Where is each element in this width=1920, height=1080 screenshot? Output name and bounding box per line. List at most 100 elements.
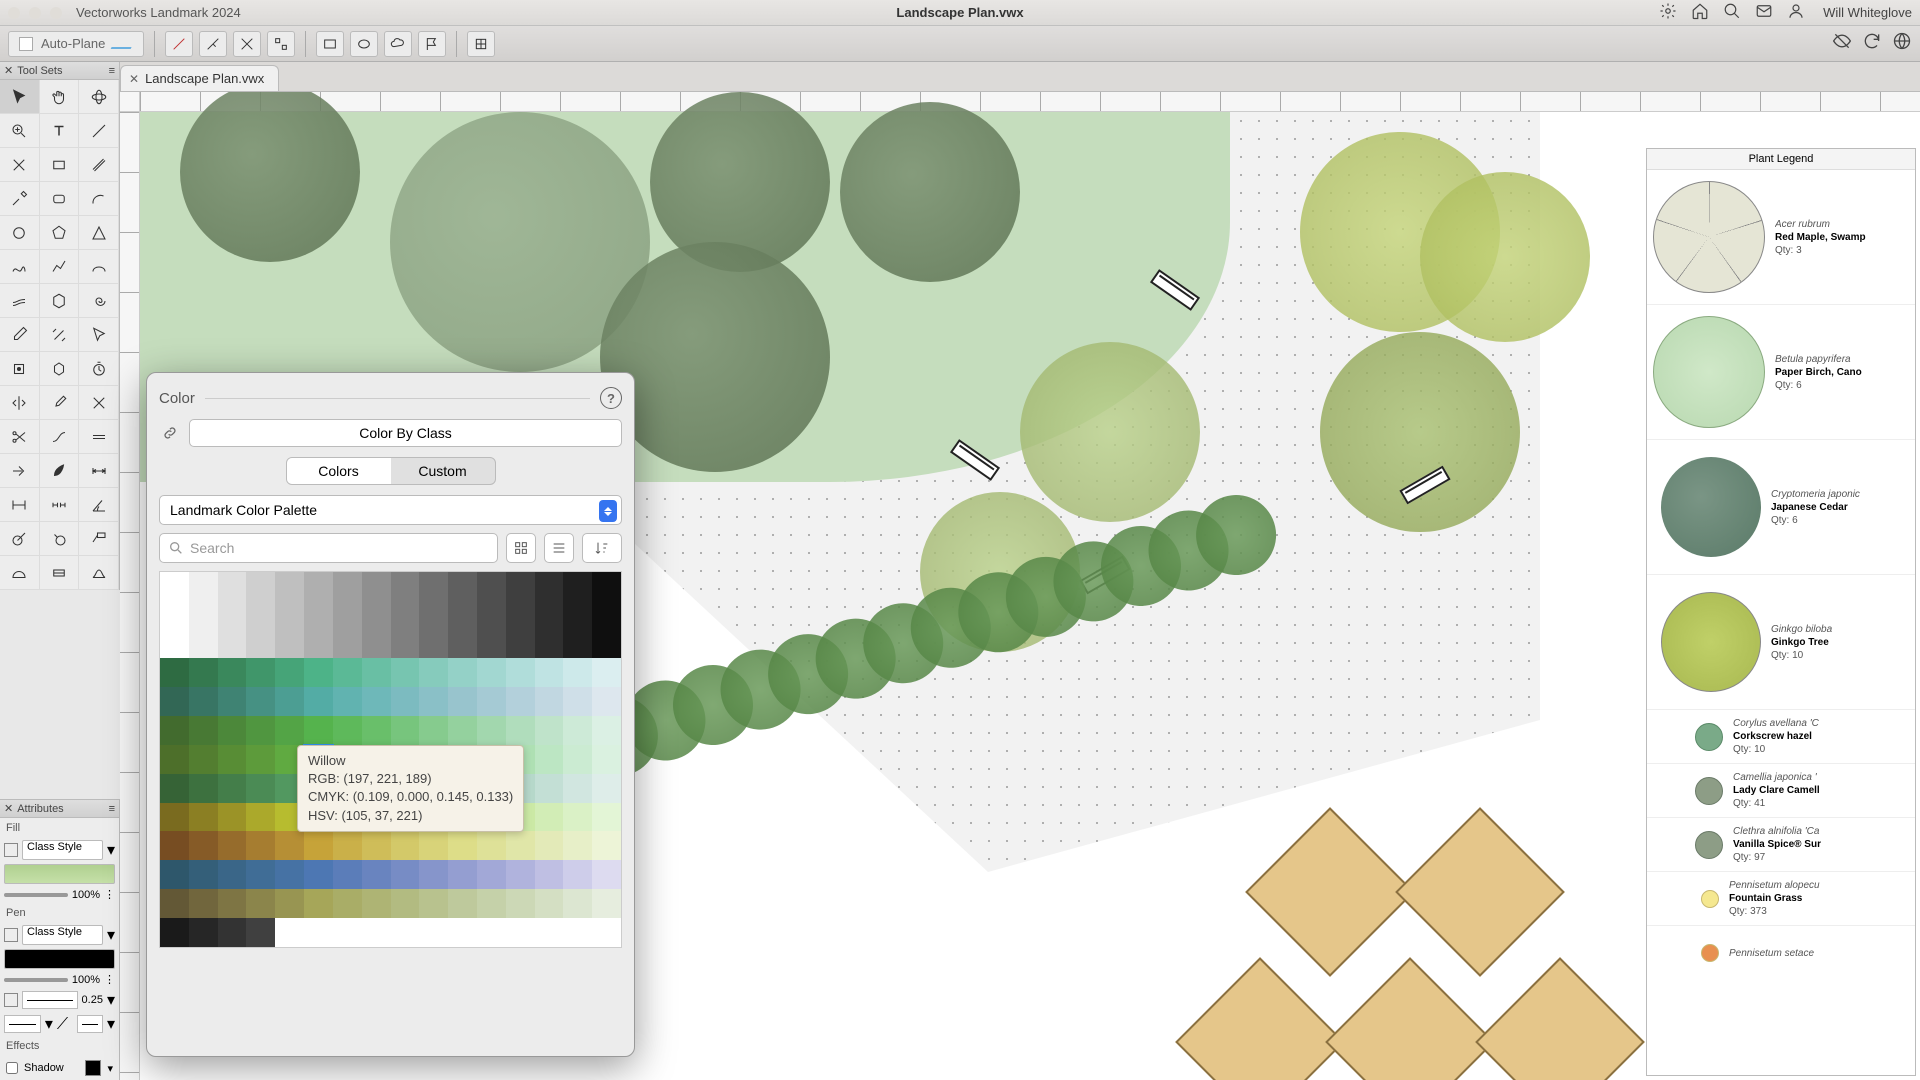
color-swatch[interactable] xyxy=(391,716,420,745)
color-swatch[interactable] xyxy=(218,601,247,630)
color-swatch[interactable] xyxy=(563,889,592,918)
color-swatch[interactable] xyxy=(535,831,564,860)
color-swatch[interactable] xyxy=(563,630,592,659)
grade-tool[interactable] xyxy=(40,556,80,590)
color-swatch[interactable] xyxy=(592,687,621,716)
color-by-class-button[interactable]: Color By Class xyxy=(189,419,622,447)
color-swatch[interactable] xyxy=(506,601,535,630)
diameter-dim-tool[interactable] xyxy=(40,522,80,556)
color-swatch[interactable] xyxy=(189,658,218,687)
color-swatch[interactable] xyxy=(246,774,275,803)
color-swatch[interactable] xyxy=(218,860,247,889)
color-swatch[interactable] xyxy=(535,716,564,745)
color-swatch[interactable] xyxy=(362,831,391,860)
vertical-ruler[interactable] xyxy=(120,112,140,1080)
palette-selector[interactable]: Landmark Color Palette xyxy=(159,495,622,525)
site-tool[interactable] xyxy=(79,556,119,590)
color-swatch[interactable] xyxy=(333,687,362,716)
render-mode[interactable] xyxy=(467,31,495,57)
color-swatch[interactable] xyxy=(246,658,275,687)
color-swatch[interactable] xyxy=(304,860,333,889)
color-swatch[interactable] xyxy=(333,630,362,659)
color-swatch[interactable] xyxy=(506,831,535,860)
color-swatch[interactable] xyxy=(535,889,564,918)
close-tab-icon[interactable]: ✕ xyxy=(129,72,139,86)
color-swatch[interactable] xyxy=(160,658,189,687)
color-swatch[interactable] xyxy=(160,831,189,860)
color-swatch[interactable] xyxy=(246,745,275,774)
color-swatch[interactable] xyxy=(477,601,506,630)
color-swatch[interactable] xyxy=(160,687,189,716)
color-swatch[interactable] xyxy=(333,889,362,918)
color-swatch[interactable] xyxy=(448,687,477,716)
polygon-tool[interactable] xyxy=(40,216,80,250)
color-swatch[interactable] xyxy=(189,860,218,889)
color-swatch[interactable] xyxy=(506,860,535,889)
color-swatch[interactable] xyxy=(304,658,333,687)
color-swatch[interactable] xyxy=(535,774,564,803)
refresh-icon[interactable] xyxy=(1862,31,1882,56)
color-swatch[interactable] xyxy=(218,889,247,918)
opacity-slider[interactable] xyxy=(4,893,68,897)
color-swatch[interactable] xyxy=(304,687,333,716)
color-swatch[interactable] xyxy=(189,831,218,860)
color-swatch[interactable] xyxy=(477,630,506,659)
color-swatch[interactable] xyxy=(189,630,218,659)
color-swatch[interactable] xyxy=(391,687,420,716)
spiral-tool[interactable] xyxy=(79,284,119,318)
color-swatch[interactable] xyxy=(592,803,621,832)
pen-opacity-slider[interactable] xyxy=(4,978,68,982)
protractor-tool[interactable] xyxy=(0,556,40,590)
color-swatch[interactable] xyxy=(246,572,275,601)
color-swatch[interactable] xyxy=(592,745,621,774)
color-swatch[interactable] xyxy=(275,889,304,918)
color-swatch[interactable] xyxy=(362,658,391,687)
globe-icon[interactable] xyxy=(1892,31,1912,56)
color-swatch[interactable] xyxy=(506,716,535,745)
color-swatch[interactable] xyxy=(189,716,218,745)
color-swatch[interactable] xyxy=(477,860,506,889)
color-swatch[interactable] xyxy=(592,572,621,601)
color-swatch[interactable] xyxy=(218,658,247,687)
dropdown-icon[interactable]: ▾ xyxy=(107,840,115,860)
color-swatch[interactable] xyxy=(275,687,304,716)
color-swatch[interactable] xyxy=(160,716,189,745)
custom-tab[interactable]: Custom xyxy=(391,458,495,484)
color-swatch[interactable] xyxy=(592,716,621,745)
color-swatch[interactable] xyxy=(362,860,391,889)
color-swatch[interactable] xyxy=(304,716,333,745)
color-swatch[interactable] xyxy=(506,687,535,716)
hatch-tool[interactable] xyxy=(0,284,40,318)
color-swatch[interactable] xyxy=(189,889,218,918)
leaf-fill-tool[interactable] xyxy=(40,454,80,488)
opacity-menu-icon[interactable]: ⋮ xyxy=(104,888,115,901)
color-swatch[interactable] xyxy=(304,831,333,860)
color-swatch[interactable] xyxy=(535,860,564,889)
color-swatch[interactable] xyxy=(189,745,218,774)
palette-menu-icon[interactable]: ≡ xyxy=(109,803,115,815)
color-swatch[interactable] xyxy=(275,831,304,860)
fill-color-swatch[interactable] xyxy=(4,864,115,884)
user-icon[interactable] xyxy=(1787,2,1805,23)
brush-tool[interactable] xyxy=(40,386,80,420)
color-swatch[interactable] xyxy=(592,658,621,687)
rounded-rect-tool[interactable] xyxy=(40,182,80,216)
color-swatch[interactable] xyxy=(160,745,189,774)
color-swatch[interactable] xyxy=(275,630,304,659)
pen-color-swatch[interactable] xyxy=(4,949,115,969)
color-swatch[interactable] xyxy=(275,572,304,601)
color-swatch[interactable] xyxy=(563,601,592,630)
pan-tool[interactable] xyxy=(40,80,80,114)
dropdown-icon[interactable]: ▾ xyxy=(107,925,115,945)
double-line-tool[interactable] xyxy=(79,148,119,182)
color-swatch[interactable] xyxy=(448,889,477,918)
color-swatch[interactable] xyxy=(448,601,477,630)
color-swatch[interactable] xyxy=(535,745,564,774)
color-swatch[interactable] xyxy=(563,774,592,803)
color-swatch[interactable] xyxy=(333,860,362,889)
color-swatch[interactable] xyxy=(563,658,592,687)
color-swatch[interactable] xyxy=(160,860,189,889)
snap-mode-4[interactable] xyxy=(267,31,295,57)
arc-tool[interactable] xyxy=(79,182,119,216)
settings-icon[interactable] xyxy=(1659,2,1677,23)
